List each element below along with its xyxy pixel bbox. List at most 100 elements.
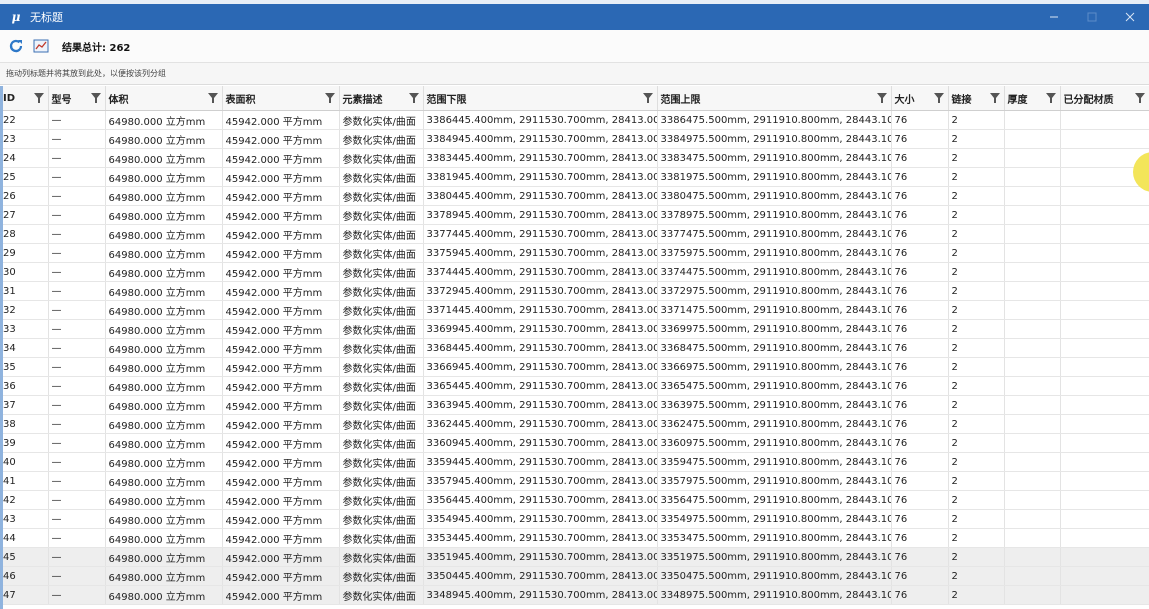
cell-mat [1060,357,1149,377]
table-row[interactable]: 40—64980.000 立方mm 45942.000 平方mm 参数化实体/曲面 3… [0,452,1149,472]
cell-thick [1004,566,1061,586]
table-row[interactable]: 30—64980.000 立方mm 45942.000 平方mm 参数化实体/曲面 3… [0,262,1149,282]
table-row[interactable]: 38—64980.000 立方mm 45942.000 平方mm 参数化实体/曲面 3… [0,414,1149,434]
refresh-icon[interactable] [7,37,25,55]
result-total-label: 结果总计: 262 [62,42,131,54]
table-row[interactable]: 39—64980.000 立方mm 45942.000 平方mm 参数化实体/曲面 3… [0,433,1149,453]
cell-max: 3362475.500mm, 2911910.800mm, 28443.100m… [657,414,892,434]
filter-icon[interactable] [408,93,419,103]
table-row[interactable]: 25—64980.000 立方mm 45942.000 平方mm 参数化实体/曲面 3… [0,167,1149,187]
column-header-max[interactable]: 范围上限 [657,86,892,111]
column-header-desc[interactable]: 元素描述 [339,86,424,111]
table-row[interactable]: 31—64980.000 立方mm 45942.000 平方mm 参数化实体/曲面 3… [0,281,1149,301]
chart-export-icon[interactable] [32,37,50,55]
table-row[interactable]: 33—64980.000 立方mm 45942.000 平方mm 参数化实体/曲面 3… [0,319,1149,339]
table-row[interactable]: 32—64980.000 立方mm 45942.000 平方mm 参数化实体/曲面 3… [0,300,1149,320]
cell-max: 3356475.500mm, 2911910.800mm, 28443.100m… [657,490,892,510]
table-row[interactable]: 26—64980.000 立方mm 45942.000 平方mm 参数化实体/曲面 3… [0,186,1149,206]
table-row[interactable]: 46—64980.000 立方mm 45942.000 平方mm 参数化实体/曲面 3… [0,566,1149,586]
cell-min: 3351945.400mm, 2911530.700mm, 28413.000m… [423,547,658,567]
cell-max: 3366975.500mm, 2911910.800mm, 28443.100m… [657,357,892,377]
filter-icon[interactable] [876,93,887,103]
column-header-label: 体积 [108,94,129,106]
cell-size: 76 [891,167,949,187]
cell-max: 3363975.500mm, 2911910.800mm, 28443.100m… [657,395,892,415]
table-row[interactable]: 37—64980.000 立方mm 45942.000 平方mm 参数化实体/曲面 3… [0,395,1149,415]
cell-size: 76 [891,490,949,510]
cell-min: 3350445.400mm, 2911530.700mm, 28413.000m… [423,566,658,586]
table-row[interactable]: 29—64980.000 立方mm 45942.000 平方mm 参数化实体/曲面 3… [0,243,1149,263]
cell-size: 76 [891,585,949,605]
close-button[interactable] [1111,4,1149,30]
table-row[interactable]: 43—64980.000 立方mm 45942.000 平方mm 参数化实体/曲面 3… [0,509,1149,529]
table-row[interactable]: 28—64980.000 立方mm 45942.000 平方mm 参数化实体/曲面 3… [0,224,1149,244]
cell-desc: 参数化实体/曲面 [339,395,424,415]
cell-model: — [48,471,106,491]
column-header-link[interactable]: 链接 [948,86,1005,111]
column-header-volume[interactable]: 体积 [105,86,223,111]
table-row[interactable]: 35—64980.000 立方mm 45942.000 平方mm 参数化实体/曲面 3… [0,357,1149,377]
filter-icon[interactable] [90,93,101,103]
table-row[interactable]: 34—64980.000 立方mm 45942.000 平方mm 参数化实体/曲面 3… [0,338,1149,358]
cell-model: — [48,224,106,244]
cell-id: 46 [0,566,49,586]
cell-size: 76 [891,547,949,567]
cell-link: 2 [948,300,1005,320]
cell-desc: 参数化实体/曲面 [339,509,424,529]
table-row[interactable]: 45—64980.000 立方mm 45942.000 平方mm 参数化实体/曲面 3… [0,547,1149,567]
filter-icon[interactable] [989,93,1000,103]
cell-desc: 参数化实体/曲面 [339,452,424,472]
maximize-button[interactable] [1073,4,1111,30]
column-header-id[interactable]: ID [0,86,49,111]
cell-size: 76 [891,319,949,339]
cell-link: 2 [948,471,1005,491]
column-header-label: 已分配材质 [1063,94,1114,106]
results-toolbar: 结果总计: 262 [0,30,1149,63]
column-header-thick[interactable]: 厚度 [1004,86,1061,111]
filter-icon[interactable] [207,93,218,103]
table-row[interactable]: 41—64980.000 立方mm 45942.000 平方mm 参数化实体/曲面 3… [0,471,1149,491]
cell-model: — [48,300,106,320]
cell-area: 45942.000 平方mm [222,490,340,510]
window-controls [1035,4,1149,30]
cell-desc: 参数化实体/曲面 [339,357,424,377]
column-header-label: ID [3,92,16,104]
cell-volume: 64980.000 立方mm [105,319,223,339]
cell-id: 29 [0,243,49,263]
cell-size: 76 [891,395,949,415]
minimize-button[interactable] [1035,4,1073,30]
filter-icon[interactable] [933,93,944,103]
column-header-min[interactable]: 范围下限 [423,86,658,111]
cell-area: 45942.000 平方mm [222,110,340,130]
cell-volume: 64980.000 立方mm [105,452,223,472]
column-header-mat[interactable]: 已分配材质 [1060,86,1149,111]
table-row[interactable]: 44—64980.000 立方mm 45942.000 平方mm 参数化实体/曲面 3… [0,528,1149,548]
table-row[interactable]: 27—64980.000 立方mm 45942.000 平方mm 参数化实体/曲面 3… [0,205,1149,225]
group-by-drop-area[interactable]: 拖动列标题并将其放到此处，以便按该列分组 [0,63,1149,85]
column-header-area[interactable]: 表面积 [222,86,340,111]
filter-icon[interactable] [1134,93,1145,103]
table-row[interactable]: 36—64980.000 立方mm 45942.000 平方mm 参数化实体/曲面 3… [0,376,1149,396]
table-row[interactable]: 22—64980.000 立方mm 45942.000 平方mm 参数化实体/曲面 3… [0,110,1149,130]
cell-desc: 参数化实体/曲面 [339,376,424,396]
cell-id: 36 [0,376,49,396]
column-header-label: 型号 [51,94,72,106]
cell-link: 2 [948,148,1005,168]
cell-area: 45942.000 平方mm [222,319,340,339]
cell-area: 45942.000 平方mm [222,186,340,206]
cell-desc: 参数化实体/曲面 [339,129,424,149]
cell-desc: 参数化实体/曲面 [339,262,424,282]
filter-icon[interactable] [33,93,44,103]
column-header-model[interactable]: 型号 [48,86,106,111]
table-row[interactable]: 23—64980.000 立方mm 45942.000 平方mm 参数化实体/曲面 3… [0,129,1149,149]
table-row[interactable]: 42—64980.000 立方mm 45942.000 平方mm 参数化实体/曲面 3… [0,490,1149,510]
filter-icon[interactable] [324,93,335,103]
cell-link: 2 [948,547,1005,567]
cell-mat [1060,566,1149,586]
table-row[interactable]: 24—64980.000 立方mm 45942.000 平方mm 参数化实体/曲面 3… [0,148,1149,168]
column-header-size[interactable]: 大小 [891,86,949,111]
table-row[interactable]: 47—64980.000 立方mm 45942.000 平方mm 参数化实体/曲面 3… [0,585,1149,605]
table-body: 22—64980.000 立方mm 45942.000 平方mm 参数化实体/曲面 3… [0,110,1149,605]
filter-icon[interactable] [1045,93,1056,103]
filter-icon[interactable] [642,93,653,103]
